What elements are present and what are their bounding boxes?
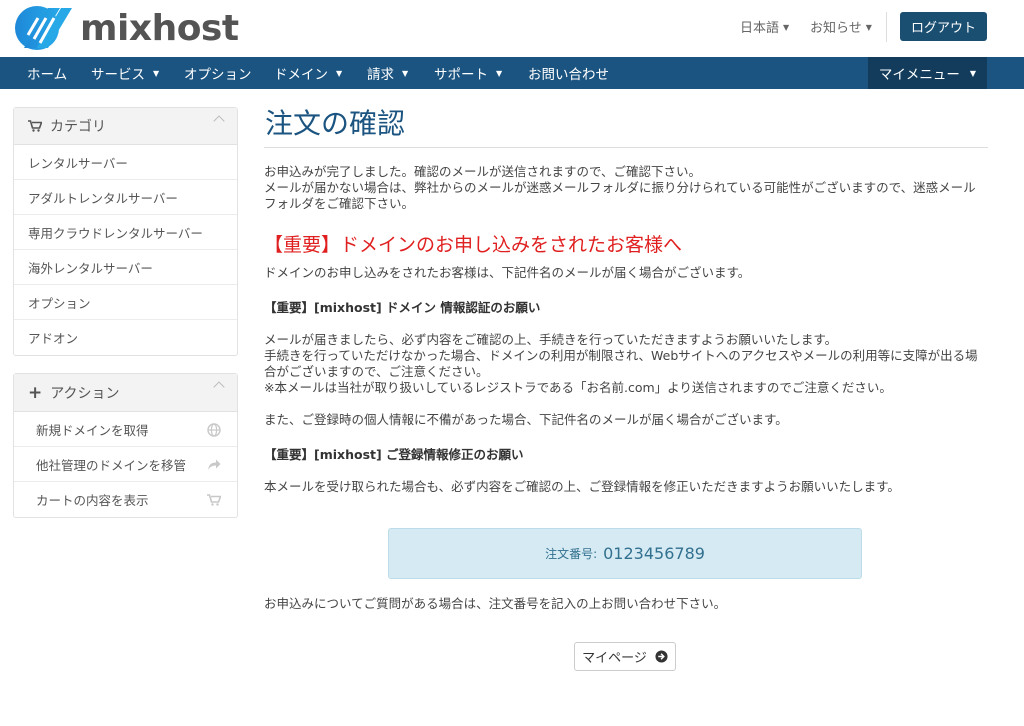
nav-label: オプション <box>184 67 252 83</box>
category-panel-title: カテゴリ <box>50 119 106 135</box>
notifications-dropdown[interactable]: お知らせ ▼ <box>810 17 872 36</box>
subject-2: 【重要】[mixhost] ご登録情報修正のお願い <box>264 447 524 462</box>
contact-note: お申込みについてご質問がある場合は、注文番号を記入の上お問い合わせ下さい。 <box>264 596 727 611</box>
arrow-circle-right-icon <box>655 650 668 663</box>
caret-down-icon: ▼ <box>969 68 977 78</box>
sidebar-item-label: 専用クラウドレンタルサーバー <box>28 225 203 241</box>
actions-panel: + アクション 新規ドメインを取得 他社管理のドメインを移管 カートの内容を表示 <box>13 373 238 518</box>
sidebar-item-options[interactable]: オプション <box>14 285 237 320</box>
intro-line-1: お申込みが完了しました。確認のメールが送信されますので、ご確認下さい。 <box>264 164 702 179</box>
main-navbar: ホーム サービス ▼ オプション ドメイン ▼ 請求 ▼ サポート ▼ お問い合わせ マ… <box>0 57 1024 89</box>
important-heading: 【重要】ドメインのお申し込みをされたお客様へ <box>264 234 683 256</box>
nav-support[interactable]: サポート ▼ <box>434 57 502 89</box>
nav-contact[interactable]: お問い合わせ <box>528 57 609 89</box>
cart-icon <box>207 494 221 506</box>
nav-home[interactable]: ホーム <box>27 57 67 89</box>
sidebar-action-label: 新規ドメインを取得 <box>36 422 149 438</box>
plus-icon: + <box>28 382 43 403</box>
domain-note: ドメインのお申し込みをされたお客様は、下記件名のメールが届く場合がございます。 <box>264 265 751 280</box>
sidebar-item-adult-rental-server[interactable]: アダルトレンタルサーバー <box>14 180 237 215</box>
logo-text: mixhost <box>80 7 239 49</box>
language-dropdown[interactable]: 日本語 ▼ <box>740 17 789 36</box>
sidebar-item-cloud-rental-server[interactable]: 専用クラウドレンタルサーバー <box>14 215 237 250</box>
sidebar-action-label: カートの内容を表示 <box>36 493 149 508</box>
nav-label: お問い合わせ <box>528 67 609 83</box>
order-number-box: 注文番号: 0123456789 <box>388 528 862 579</box>
actions-panel-header[interactable]: + アクション <box>14 374 237 412</box>
language-label: 日本語 <box>740 21 780 36</box>
globe-icon <box>207 423 221 437</box>
my-menu-label: マイメニュー <box>878 67 960 83</box>
nav-label: ホーム <box>27 67 68 83</box>
caret-down-icon: ▼ <box>153 68 160 78</box>
nav-domains[interactable]: ドメイン ▼ <box>274 57 342 89</box>
caret-down-icon: ▼ <box>336 68 343 78</box>
mypage-button[interactable]: マイページ <box>574 642 676 671</box>
nav-billing[interactable]: 請求 ▼ <box>367 57 408 89</box>
share-arrow-icon <box>208 459 221 470</box>
mail2-line-1: 本メールを受け取られた場合も、必ず内容をご確認の上、ご登録情報を修正いただきます… <box>264 479 900 494</box>
chevron-up-icon[interactable] <box>213 381 225 393</box>
caret-down-icon: ▼ <box>496 68 503 78</box>
order-number-value: 0123456789 <box>603 544 705 563</box>
sidebar-item-label: 海外レンタルサーバー <box>28 260 153 276</box>
chevron-up-icon[interactable] <box>213 115 225 127</box>
actions-panel-title: アクション <box>50 385 120 402</box>
sidebar-action-label: 他社管理のドメインを移管 <box>36 457 187 473</box>
logo[interactable]: mixhost <box>14 4 239 52</box>
sidebar-item-label: レンタルサーバー <box>28 155 128 171</box>
sidebar-action-register-domain[interactable]: 新規ドメインを取得 <box>14 412 237 447</box>
caret-down-icon: ▼ <box>783 23 790 32</box>
sidebar-action-transfer-domain[interactable]: 他社管理のドメインを移管 <box>14 447 237 482</box>
caret-down-icon: ▼ <box>865 23 872 32</box>
nav-label: ドメイン <box>274 67 328 83</box>
order-number-label: 注文番号: <box>545 547 598 561</box>
sidebar-action-view-cart[interactable]: カートの内容を表示 <box>14 482 237 517</box>
header-divider <box>886 12 887 42</box>
mail1-line-2: 手続きを行っていただけなかった場合、ドメインの利用が制限され、Webサイトへのア… <box>264 348 978 379</box>
nav-my-menu[interactable]: マイメニュー ▼ <box>868 57 987 89</box>
page-title: 注文の確認 <box>264 102 988 148</box>
top-header: mixhost 日本語 ▼ お知らせ ▼ ログアウト <box>0 0 1024 57</box>
sidebar-item-overseas-rental-server[interactable]: 海外レンタルサーバー <box>14 250 237 285</box>
main-content: 注文の確認 お申込みが完了しました。確認のメールが送信されますので、ご確認下さい… <box>264 102 988 671</box>
registration-note: また、ご登録時の個人情報に不備があった場合、下記件名のメールが届く場合がございま… <box>264 412 788 427</box>
mypage-button-label: マイページ <box>582 651 647 666</box>
mail1-line-1: メールが届きましたら、必ず内容をご確認の上、手続きを行っていただきますようお願い… <box>264 332 838 347</box>
nav-options[interactable]: オプション <box>184 57 252 89</box>
logo-mark-icon <box>15 6 72 50</box>
sidebar-item-label: オプション <box>28 295 91 311</box>
caret-down-icon: ▼ <box>402 68 409 78</box>
sidebar-item-label: アドオン <box>28 331 79 346</box>
sidebar-item-addons[interactable]: アドオン <box>14 320 237 355</box>
nav-services[interactable]: サービス ▼ <box>91 57 159 89</box>
logout-button[interactable]: ログアウト <box>900 12 987 41</box>
nav-label: サービス <box>91 67 145 83</box>
nav-label: 請求 <box>367 67 394 83</box>
nav-label: サポート <box>434 67 488 83</box>
category-panel: カテゴリ レンタルサーバー アダルトレンタルサーバー 専用クラウドレンタルサーバ… <box>13 107 238 356</box>
category-panel-header[interactable]: カテゴリ <box>14 108 237 145</box>
mail1-line-3: ※本メールは当社が取り扱いしているレジストラである「お名前.com」より送信され… <box>264 380 892 395</box>
sidebar-item-rental-server[interactable]: レンタルサーバー <box>14 145 237 180</box>
cart-icon <box>28 120 42 132</box>
intro-line-2: メールが届かない場合は、弊社からのメールが迷惑メールフォルダに振り分けられている… <box>264 180 976 211</box>
subject-1: 【重要】[mixhost] ドメイン 情報認証のお願い <box>264 300 541 315</box>
sidebar-item-label: アダルトレンタルサーバー <box>28 190 178 206</box>
notifications-label: お知らせ <box>810 21 862 36</box>
